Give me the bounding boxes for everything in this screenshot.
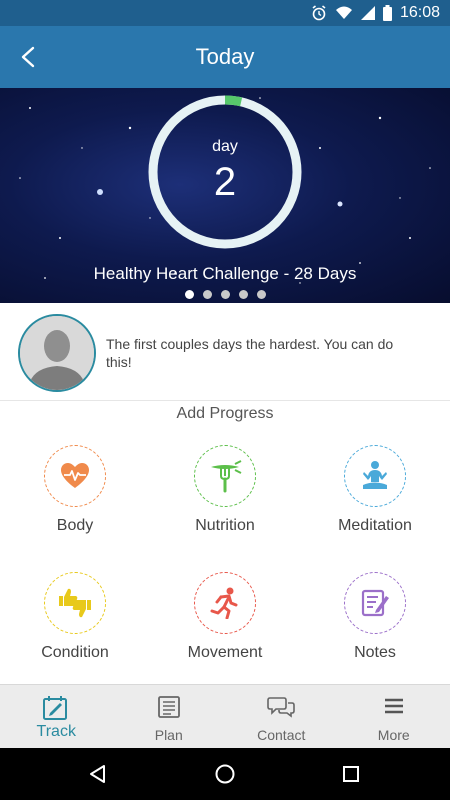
person-silhouette-icon: [20, 316, 94, 390]
progress-tile-notes[interactable]: Notes: [300, 572, 450, 692]
page-dot[interactable]: [220, 290, 230, 299]
menu-icon: [384, 698, 403, 714]
day-number: 2: [213, 160, 237, 204]
nav-label: More: [377, 727, 410, 743]
page-dot[interactable]: [202, 290, 212, 299]
progress-tile-nutrition[interactable]: Nutrition: [150, 445, 300, 565]
nav-item-more[interactable]: More: [338, 685, 450, 748]
progress-label: Meditation: [338, 517, 412, 534]
status-time: 16:08: [399, 4, 440, 21]
add-progress-heading: Add Progress: [176, 405, 274, 422]
status-bar: 16:08: [0, 0, 450, 26]
nav-label: Track: [36, 723, 76, 740]
progress-label: Notes: [354, 644, 396, 661]
heart-pulse-icon: [61, 463, 89, 488]
system-navigation-bar: [0, 748, 450, 800]
nav-item-contact[interactable]: Contact: [225, 685, 338, 748]
progress-tile-movement[interactable]: Movement: [150, 572, 300, 692]
progress-icon-circle: [44, 572, 106, 634]
battery-icon: [382, 5, 392, 21]
page-dot[interactable]: [238, 290, 248, 299]
coach-message-card: The first couples days the hardest. You …: [0, 303, 450, 401]
page-dot[interactable]: [256, 290, 266, 299]
track-edit-icon: [43, 696, 68, 720]
page-indicator: [0, 290, 450, 299]
cell-signal-icon: [360, 6, 375, 20]
plan-list-icon: [157, 696, 180, 718]
progress-icon-circle: [194, 445, 256, 507]
circle-home-icon: [215, 764, 235, 784]
nav-item-track[interactable]: Track: [0, 685, 113, 748]
progress-label: Body: [56, 517, 94, 534]
progress-tile-meditation[interactable]: Meditation: [300, 445, 450, 565]
progress-icon-circle: [194, 572, 256, 634]
system-recents-button[interactable]: [339, 762, 363, 786]
page-title: Today: [195, 44, 255, 69]
nav-label: Contact: [257, 727, 306, 743]
progress-tile-condition[interactable]: Condition: [0, 572, 150, 692]
triangle-back-icon: [90, 765, 105, 783]
challenge-hero[interactable]: day 2 Healthy Heart Challenge - 28 Days: [0, 88, 450, 303]
page-dot[interactable]: [184, 290, 194, 299]
bottom-navigation: Track Plan Contact More: [0, 684, 450, 748]
nav-label: Plan: [154, 727, 183, 743]
challenge-title: Healthy Heart Challenge - 28 Days: [93, 264, 357, 283]
nav-item-plan[interactable]: Plan: [113, 685, 226, 748]
running-person-icon: [210, 587, 238, 619]
coach-avatar: [18, 314, 96, 392]
progress-icon-circle: [344, 445, 406, 507]
system-home-button[interactable]: [213, 762, 237, 786]
notepad-pencil-icon: [361, 589, 389, 617]
progress-label: Nutrition: [195, 517, 255, 534]
progress-label: Condition: [41, 644, 109, 661]
progress-tile-body[interactable]: Body: [0, 445, 150, 565]
progress-icon-circle: [344, 572, 406, 634]
system-back-button[interactable]: [86, 762, 110, 786]
app-bar: Today: [0, 26, 450, 88]
coach-message-text: The first couples days the hardest. You …: [106, 336, 394, 370]
chat-bubbles-icon: [267, 697, 296, 718]
day-label: day: [212, 138, 238, 155]
progress-label: Movement: [187, 644, 263, 661]
square-recents-icon: [343, 766, 359, 782]
wifi-icon: [335, 6, 352, 19]
progress-icon-circle: [44, 445, 106, 507]
alarm-icon: [312, 5, 326, 21]
thumbs-up-down-icon: [59, 588, 91, 618]
meditation-pose-icon: [363, 461, 387, 489]
carrot-fork-icon: [211, 460, 242, 493]
